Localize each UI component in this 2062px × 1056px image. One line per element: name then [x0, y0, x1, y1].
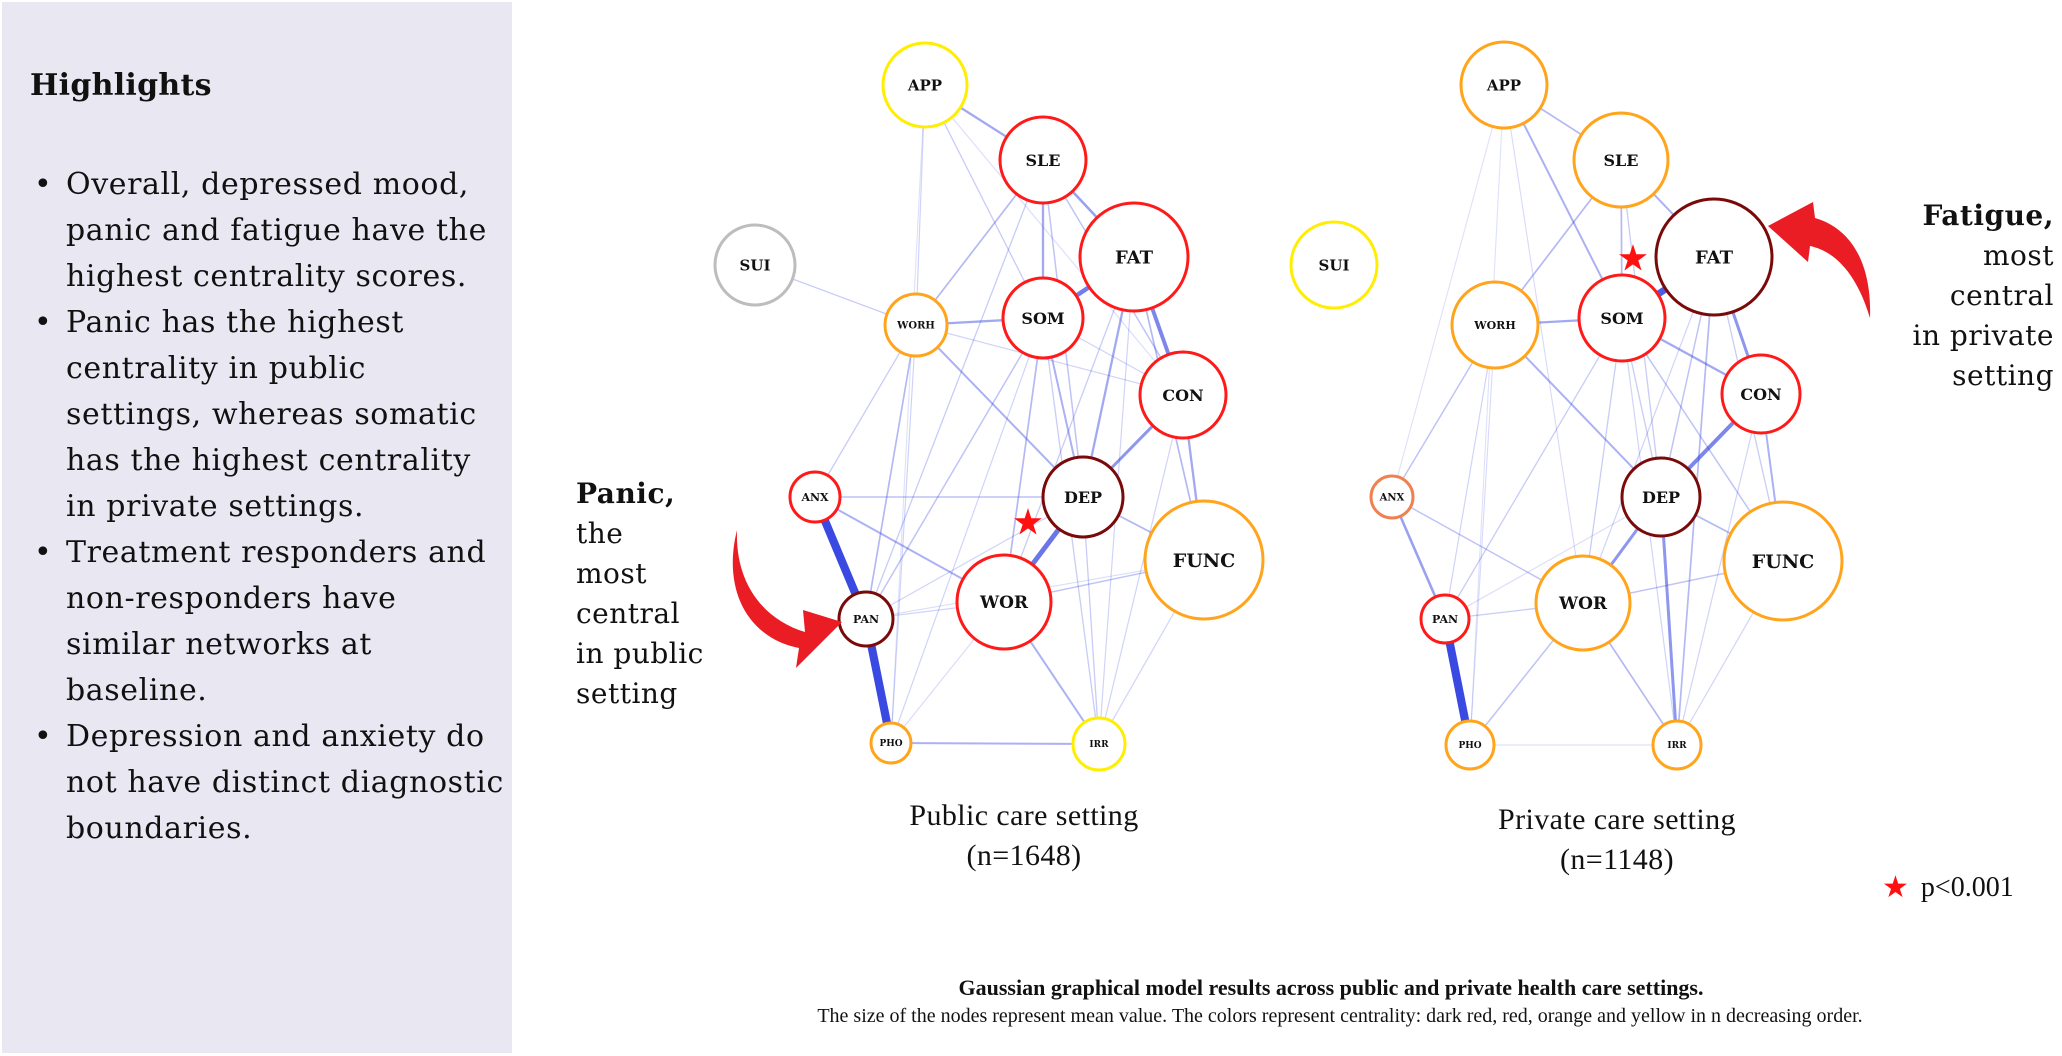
node-label: PHO — [1458, 741, 1481, 751]
node-label: SLE — [1026, 151, 1061, 170]
panic-annotation-line: in public — [576, 637, 704, 670]
node-label: ANX — [1379, 493, 1405, 504]
node-label: FUNC — [1752, 551, 1815, 573]
node-label: CON — [1740, 385, 1781, 404]
node-label: IRR — [1089, 740, 1109, 750]
public-setting-n: (n=1648) — [966, 839, 1082, 872]
node-irr: IRR — [1071, 716, 1127, 772]
star-icon: ★ — [1882, 871, 1909, 904]
edge-app-pho — [890, 84, 926, 744]
fatigue-annotation-line: most — [1982, 239, 2054, 272]
node-irr: IRR — [1651, 719, 1703, 771]
node-anx: ANX — [1369, 474, 1415, 520]
node-label: FUNC — [1173, 550, 1236, 572]
significance-legend: ★ p<0.001 — [1882, 872, 2014, 904]
node-label: FAT — [1115, 247, 1154, 268]
node-app: APP — [1459, 40, 1549, 130]
fatigue-annotation: Fatigue, most central in private setting — [1913, 196, 2055, 396]
node-label: ANX — [800, 491, 829, 504]
node-label: WOR — [1558, 594, 1608, 614]
public-setting-label: Public care setting (n=1648) — [824, 796, 1224, 876]
node-label: PAN — [853, 613, 879, 626]
node-fat: FAT — [1654, 197, 1774, 317]
node-label: SUI — [1319, 256, 1350, 274]
node-sle: SLE — [998, 115, 1088, 205]
node-func: FUNC — [1143, 499, 1265, 621]
node-som: SOM — [1001, 276, 1085, 360]
node-label: FAT — [1695, 247, 1734, 268]
panic-annotation-line: the — [576, 517, 624, 550]
node-sui: SUI — [713, 223, 797, 307]
node-app: APP — [881, 41, 969, 129]
node-label: PAN — [1432, 613, 1458, 626]
private-setting-n: (n=1148) — [1560, 843, 1674, 876]
node-wor: WOR — [955, 553, 1053, 651]
node-label: IRR — [1667, 741, 1687, 751]
arrow-to-fatigue-icon — [1768, 202, 1871, 318]
node-anx: ANX — [788, 470, 842, 524]
figure-caption-title: Gaussian graphical model results across … — [958, 975, 1704, 1000]
node-label: PHO — [879, 739, 902, 749]
node-sle: SLE — [1572, 111, 1670, 209]
fatigue-annotation-line: in private — [1912, 319, 2054, 352]
panic-annotation-line: setting — [576, 677, 678, 710]
node-func: FUNC — [1722, 500, 1844, 622]
node-label: DEP — [1064, 488, 1102, 507]
edge-pho-irr — [890, 742, 1100, 745]
significance-star-icon: ★ — [1014, 503, 1043, 541]
node-som: SOM — [1577, 273, 1667, 363]
private-setting-title: Private care setting — [1498, 803, 1736, 836]
node-sui: SUI — [1289, 220, 1379, 310]
node-label: APP — [1486, 76, 1521, 94]
node-dep: DEP — [1041, 455, 1125, 539]
edge-app-pho — [1469, 84, 1505, 746]
node-fat: FAT — [1078, 201, 1190, 313]
panic-annotation-line: most — [576, 557, 648, 590]
node-label: SOM — [1021, 309, 1064, 328]
arrow-to-panic-icon — [732, 530, 842, 668]
fatigue-annotation-line: central — [1949, 279, 2054, 312]
node-pan: PAN — [1419, 593, 1471, 645]
edge-worh-pho — [1469, 324, 1496, 746]
private-setting-label: Private care setting (n=1148) — [1417, 800, 1817, 880]
node-pho: PHO — [1444, 719, 1496, 771]
figure-caption-subtitle: The size of the nodes represent mean val… — [817, 1005, 1863, 1027]
panic-annotation-line: central — [576, 597, 681, 630]
edge-worh-pan — [1444, 324, 1496, 620]
panic-annotation: Panic, the most central in public settin… — [576, 474, 704, 714]
node-label: SOM — [1600, 309, 1643, 328]
network-figure: APP SLE FAT SUI WORH SOM CON ANX DEP FUNC PAN WOR PH… — [713, 40, 1871, 772]
public-setting-title: Public care setting — [909, 799, 1139, 832]
node-label: APP — [907, 76, 942, 94]
node-label: WOR — [979, 593, 1029, 613]
node-label: SUI — [740, 256, 771, 274]
node-con: CON — [1138, 350, 1228, 440]
significance-star-icon: ★ — [1619, 239, 1648, 277]
fatigue-annotation-bold: Fatigue, — [1922, 199, 2054, 232]
node-label: SLE — [1604, 151, 1639, 170]
node-con: CON — [1720, 353, 1802, 435]
fatigue-annotation-line: setting — [1952, 359, 2054, 392]
legend-label: p<0.001 — [1920, 872, 2014, 903]
node-label: WORH — [896, 321, 935, 332]
node-pho: PHO — [869, 721, 913, 765]
node-dep: DEP — [1620, 456, 1702, 538]
node-worh: WORH — [1450, 280, 1540, 370]
node-label: CON — [1162, 386, 1203, 405]
node-pan: PAN — [837, 590, 895, 648]
panic-annotation-bold: Panic, — [576, 477, 676, 510]
private-network: APP SLE FAT SUI WORH SOM CON ANX DEP FUNC PAN WOR PH… — [1289, 40, 1844, 771]
node-label: DEP — [1642, 488, 1680, 507]
node-worh: WORH — [883, 292, 949, 358]
node-wor: WOR — [1534, 554, 1632, 652]
edge-sle-pan — [865, 159, 1044, 620]
edge-worh-pan — [865, 324, 917, 620]
node-label: WORH — [1473, 319, 1515, 332]
